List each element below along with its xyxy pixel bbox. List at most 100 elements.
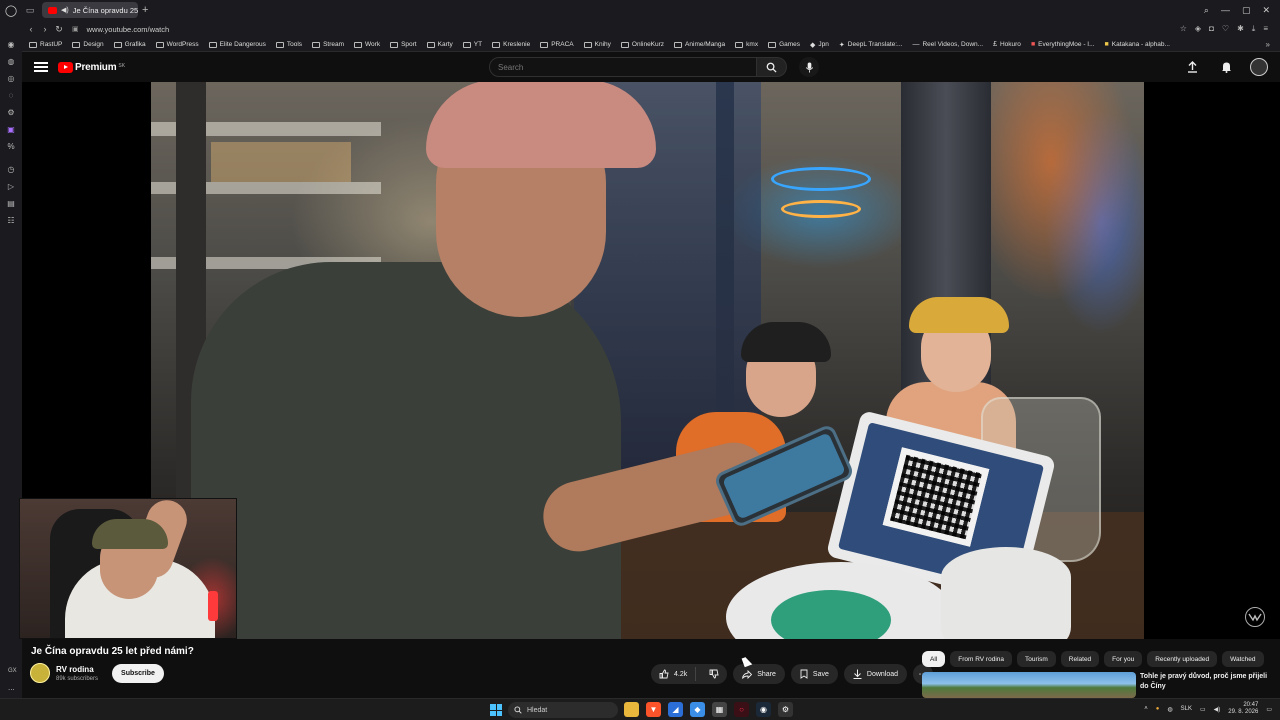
bookmark-item[interactable]: Anime/Manga (669, 41, 730, 48)
bookmark-item[interactable]: Sport (385, 41, 422, 48)
search-button[interactable] (757, 57, 787, 77)
url-field[interactable]: www.youtube.com/watch (87, 25, 170, 34)
gx-corner-label[interactable]: GX (8, 668, 17, 674)
dislike-button[interactable] (701, 669, 727, 679)
bookmark-item[interactable]: Kreslenie (487, 41, 535, 48)
download-icon[interactable]: ⤓ (1252, 24, 1256, 34)
bookmark-item[interactable]: Tools (271, 41, 307, 48)
app-box-icon[interactable]: ◆ (690, 702, 705, 717)
bookmark-item[interactable]: ✦ DeepL Translate:... (834, 41, 908, 49)
share-button[interactable]: Share (733, 664, 785, 684)
chip-recently-uploaded[interactable]: Recently uploaded (1147, 651, 1218, 667)
steam-icon[interactable]: ◉ (756, 702, 771, 717)
extension-icon[interactable]: ✱ (1237, 24, 1244, 34)
sidebar-history-icon[interactable]: ◷ (4, 165, 18, 175)
bookmark-item[interactable]: YT (458, 41, 487, 48)
recommended-video[interactable]: Tohle je pravý důvod, proč jsme přijeli … (922, 672, 1270, 698)
sidebar-messenger-icon[interactable]: ◌ (4, 91, 18, 101)
sidebar-discord-icon[interactable]: ◎ (4, 74, 18, 84)
bookmark-item[interactable]: £ Hokuro (988, 41, 1026, 48)
close-window-icon[interactable]: ✕ (1262, 5, 1270, 16)
chip-all[interactable]: All (922, 651, 946, 667)
calendar-icon[interactable]: ▦ (712, 702, 727, 717)
sidebar-box-icon[interactable]: ▤ (4, 199, 18, 209)
account-avatar[interactable] (1250, 58, 1268, 76)
browser-logo-icon[interactable]: ◯ (0, 0, 22, 20)
channel-avatar[interactable] (30, 663, 50, 683)
brave-icon[interactable]: ▼ (646, 702, 661, 717)
recommended-thumbnail[interactable] (922, 672, 1136, 698)
sidebar-more-icon[interactable]: ... (8, 683, 15, 692)
app-blue-icon[interactable]: ◢ (668, 702, 683, 717)
chip-related[interactable]: Related (1060, 651, 1100, 667)
back-icon[interactable]: ‹ (24, 24, 38, 34)
tray-notification-icon[interactable]: ▭ (1266, 706, 1272, 713)
bookmark-item[interactable]: — Reel Videos, Down... (907, 41, 988, 48)
download-button[interactable]: Download (843, 664, 908, 684)
chip-watched[interactable]: Watched (1222, 651, 1264, 667)
upload-button[interactable] (1182, 57, 1202, 77)
bookmark-item[interactable]: ◆ Jpn (805, 41, 834, 49)
tab-list-icon[interactable]: ▭ (22, 5, 38, 16)
sidebar-robot-icon[interactable]: ☷ (4, 216, 18, 226)
subscribe-button[interactable]: Subscribe (112, 663, 164, 683)
shield-icon[interactable]: ◈ (1195, 24, 1201, 34)
menu-hamburger-icon[interactable] (34, 62, 48, 72)
tray-monitor-icon[interactable]: ▭ (1200, 706, 1206, 713)
bookmark-item[interactable]: OnlineKurz (616, 41, 669, 48)
opera-gx-icon[interactable]: ○ (734, 702, 749, 717)
tray-language[interactable]: SLK (1181, 706, 1192, 712)
like-button[interactable]: 4.2k (651, 667, 697, 681)
video-frame[interactable] (151, 82, 1144, 639)
bookmark-item[interactable]: Stream (307, 41, 349, 48)
tray-network-icon[interactable]: ◍ (1167, 706, 1172, 713)
taskbar-search[interactable]: Hledat (508, 702, 618, 718)
site-info-icon[interactable]: ▣ (72, 25, 79, 33)
channel-name[interactable]: RV rodina (56, 665, 98, 674)
tab-audio-icon[interactable]: ◀) (61, 6, 69, 14)
tray-volume-icon[interactable]: ◀) (1214, 706, 1221, 713)
app-settings-icon[interactable]: ⚙ (778, 702, 793, 717)
bookmark-item[interactable]: Karty (422, 41, 458, 48)
bookmark-item[interactable]: ■ EverythingMoe - I... (1026, 41, 1100, 48)
bookmark-item[interactable]: Knihy (579, 41, 616, 48)
bookmark-item[interactable]: PRACA (535, 41, 578, 48)
bookmark-item[interactable]: ■ Katakana - alphab... (1100, 41, 1175, 48)
new-tab-icon[interactable]: + (142, 4, 148, 16)
sidebar-twitch-purple-icon[interactable]: ▣ (4, 125, 18, 135)
menu-icon[interactable]: ≡ (1263, 24, 1268, 34)
sidebar-home-icon[interactable]: ◉ (4, 40, 18, 50)
tray-overflow-icon[interactable]: ˄ (1144, 706, 1148, 712)
bookmark-item[interactable]: Grafika (109, 41, 151, 48)
search-input[interactable] (489, 57, 757, 77)
tab-active[interactable]: ◀) Je Čína opravdu 25 let × (42, 2, 138, 18)
sidebar-settings-icon[interactable]: ⚙ (4, 108, 18, 118)
voice-search-button[interactable] (799, 57, 819, 77)
bookmark-item[interactable]: Design (67, 41, 108, 48)
taskbar-clock[interactable]: 20:47 29. 8. 2026 (1228, 702, 1258, 716)
tray-mic-icon[interactable]: ● (1156, 706, 1160, 712)
chip-tourism[interactable]: Tourism (1017, 651, 1056, 667)
search-tabs-icon[interactable]: ⌕ (1204, 5, 1209, 16)
sidebar-twitch-icon[interactable]: ◍ (4, 57, 18, 67)
bookmark-star-icon[interactable]: ☆ (1180, 24, 1187, 34)
camera-icon[interactable]: ◘ (1209, 24, 1214, 34)
youtube-logo[interactable]: Premium SK (58, 61, 125, 73)
bookmark-item[interactable]: Games (763, 41, 805, 48)
forward-icon[interactable]: › (38, 24, 52, 34)
minimize-icon[interactable]: — (1221, 5, 1230, 16)
chip-from-channel[interactable]: From RV rodina (950, 651, 1012, 667)
bookmark-item[interactable]: WordPress (151, 41, 204, 48)
chip-for-you[interactable]: For you (1104, 651, 1143, 667)
windows-start-icon[interactable] (490, 704, 502, 716)
recommended-title[interactable]: Tohle je pravý důvod, proč jsme přijeli … (1140, 672, 1268, 698)
sidebar-percent-icon[interactable]: % (4, 142, 18, 152)
bookmarks-overflow-icon[interactable]: » (1266, 40, 1280, 49)
heart-icon[interactable]: ♡ (1222, 24, 1229, 34)
bookmark-item[interactable]: RastUP (24, 41, 67, 48)
notifications-button[interactable] (1216, 57, 1236, 77)
sidebar-player-icon[interactable]: ▷ (4, 182, 18, 192)
reload-icon[interactable]: ↻ (52, 24, 66, 35)
bookmark-item[interactable]: Work (349, 41, 385, 48)
save-button[interactable]: Save (790, 664, 838, 684)
